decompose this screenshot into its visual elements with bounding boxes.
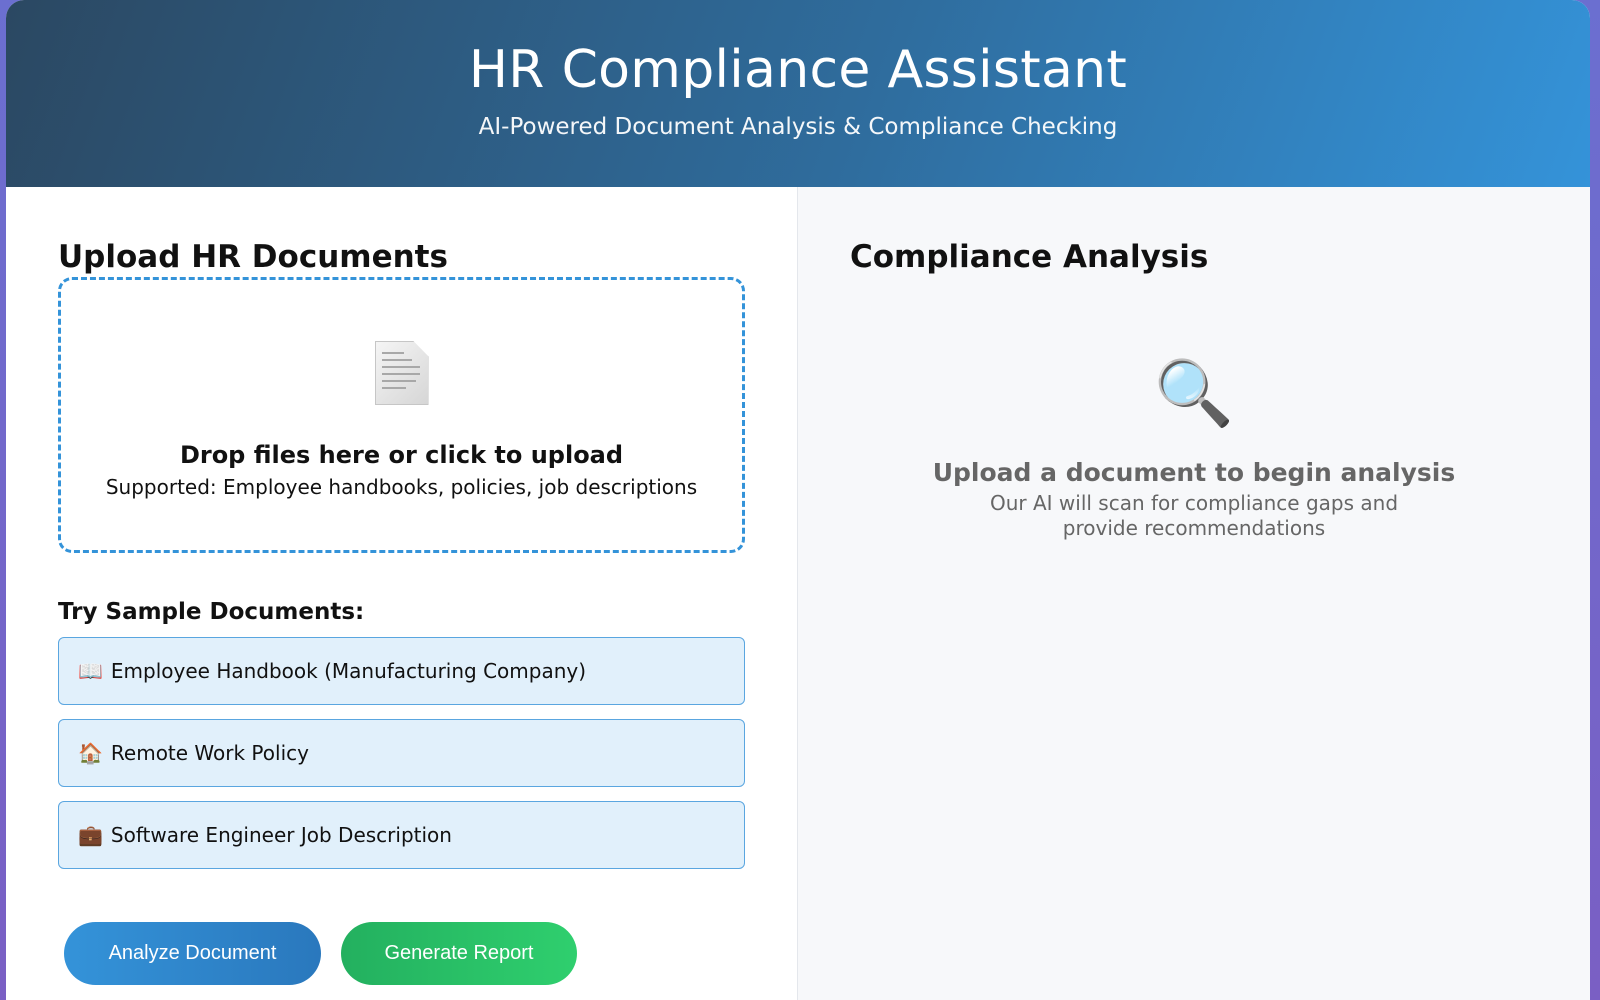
sample-label: Remote Work Policy <box>110 741 309 765</box>
app-title: HR Compliance Assistant <box>468 40 1128 100</box>
app-window: HR Compliance Assistant AI-Powered Docum… <box>6 0 1590 1000</box>
upload-section-title: Upload HR Documents <box>58 239 448 275</box>
empty-state-title: Upload a document to begin analysis <box>932 458 1456 487</box>
drop-zone-subtitle: Supported: Employee handbooks, policies,… <box>105 475 698 499</box>
sample-label: Employee Handbook (Manufacturing Company… <box>110 659 587 683</box>
magnifying-glass-icon: 🔍 <box>1154 357 1234 431</box>
main-content: Upload HR Documents Drop files here or c… <box>6 187 1590 1000</box>
book-icon: 📖 <box>78 659 103 683</box>
analyze-document-button[interactable]: Analyze Document <box>64 922 321 985</box>
sample-employee-handbook[interactable]: 📖 Employee Handbook (Manufacturing Compa… <box>58 637 745 705</box>
action-buttons: Analyze Document Generate Report <box>58 922 745 985</box>
sample-label: Software Engineer Job Description <box>110 823 452 847</box>
document-icon <box>374 341 429 405</box>
empty-state-subtitle: Our AI will scan for compliance gaps and… <box>989 491 1399 540</box>
sample-job-description[interactable]: 💼 Software Engineer Job Description <box>58 801 745 869</box>
analysis-section-title: Compliance Analysis <box>850 239 1209 275</box>
samples-title: Try Sample Documents: <box>58 599 365 625</box>
app-subtitle: AI-Powered Document Analysis & Complianc… <box>478 114 1118 140</box>
briefcase-icon: 💼 <box>78 823 103 847</box>
sample-remote-work-policy[interactable]: 🏠 Remote Work Policy <box>58 719 745 787</box>
house-icon: 🏠 <box>78 741 103 765</box>
analysis-empty-state: 🔍 Upload a document to begin analysis Ou… <box>850 362 1538 541</box>
drop-zone-title: Drop files here or click to upload <box>179 441 624 469</box>
file-drop-zone[interactable]: Drop files here or click to upload Suppo… <box>58 277 745 553</box>
generate-report-button[interactable]: Generate Report <box>341 922 577 985</box>
analysis-panel: Compliance Analysis 🔍 Upload a document … <box>797 187 1590 1000</box>
app-header: HR Compliance Assistant AI-Powered Docum… <box>6 0 1590 187</box>
upload-panel: Upload HR Documents Drop files here or c… <box>6 187 797 1000</box>
